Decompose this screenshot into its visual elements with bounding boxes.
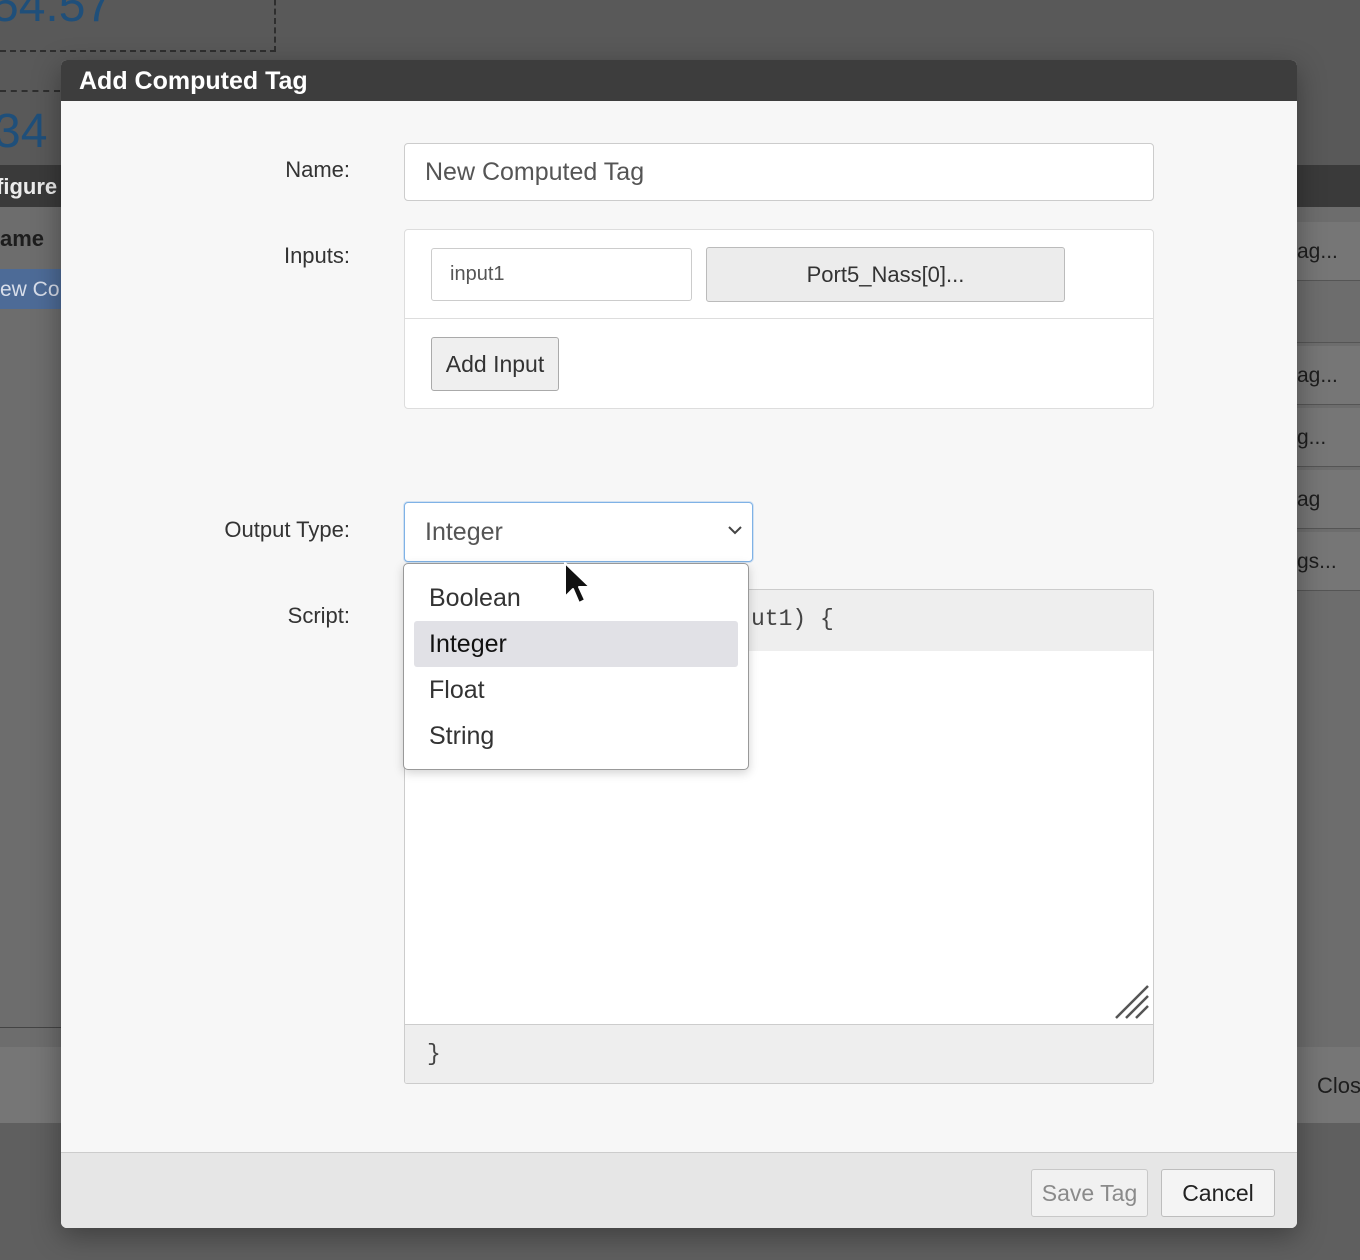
mouse-cursor-icon	[564, 562, 591, 604]
name-label: Name:	[285, 157, 350, 182]
resize-handle-icon[interactable]	[1114, 984, 1150, 1020]
chevron-down-icon	[728, 526, 742, 535]
background-action-button-2[interactable]: ag...	[1297, 346, 1360, 405]
background-action-spacer	[1297, 284, 1360, 343]
background-divider	[0, 1027, 62, 1028]
background-window-title-text: figure	[0, 174, 58, 199]
script-function-signature: ut1) {	[751, 606, 834, 632]
dialog-footer: Save Tag Cancel	[61, 1152, 1297, 1228]
background-action-button-3[interactable]: g...	[1297, 408, 1360, 467]
background-close-button[interactable]: Clos	[1297, 1047, 1360, 1123]
dropdown-option-float[interactable]: Float	[414, 667, 738, 713]
name-input[interactable]: New Computed Tag	[404, 143, 1154, 201]
output-type-value: Integer	[425, 518, 503, 546]
background-action-button-5[interactable]: gs...	[1297, 532, 1360, 591]
output-type-select[interactable]: Integer	[404, 502, 753, 562]
background-column-header: ame	[0, 226, 45, 251]
script-label: Script:	[287, 603, 350, 628]
inputs-panel: input1 Port5_Nass[0]... Add Input	[404, 229, 1154, 409]
dropdown-option-string[interactable]: String	[414, 713, 738, 759]
script-closing-brace: }	[427, 1041, 441, 1067]
output-type-label: Output Type:	[224, 517, 350, 542]
background-action-button-4[interactable]: ag	[1297, 470, 1360, 529]
background-close-label: Clos	[1317, 1073, 1360, 1098]
dialog-title: Add Computed Tag	[61, 60, 1297, 101]
cancel-button[interactable]: Cancel	[1161, 1169, 1275, 1217]
inputs-divider	[405, 318, 1153, 319]
dashboard-value-top: 54.57	[0, 0, 113, 32]
background-footer-left	[0, 1047, 62, 1123]
dropdown-option-integer[interactable]: Integer	[414, 621, 738, 667]
input-tag-select-button[interactable]: Port5_Nass[0]...	[706, 247, 1065, 302]
add-input-button[interactable]: Add Input	[431, 337, 559, 391]
background-selected-row[interactable]: ew Co	[0, 269, 62, 309]
save-tag-button[interactable]: Save Tag	[1031, 1169, 1148, 1217]
dashboard-widget-border-lower	[0, 90, 60, 92]
inputs-label: Inputs:	[283, 243, 350, 268]
script-function-footer: }	[405, 1024, 1153, 1083]
dashboard-value-mid: 34	[0, 105, 48, 158]
input-variable-name-field[interactable]: input1	[431, 248, 692, 301]
background-action-button-1[interactable]: ag...	[1297, 222, 1360, 281]
